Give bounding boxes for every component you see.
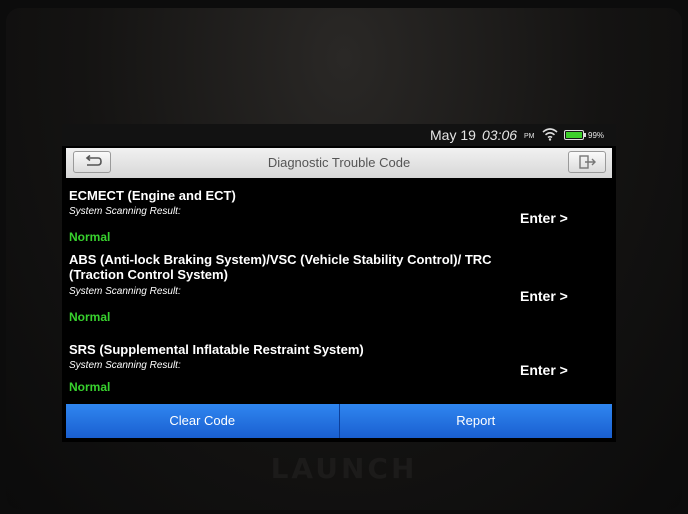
screen: May 19 03:06 PM 99% Diagnostic Trouble C… xyxy=(62,124,616,442)
battery-percent: 99% xyxy=(588,131,605,140)
status-time: 03:06 xyxy=(482,127,518,143)
status-bar: May 19 03:06 PM 99% xyxy=(62,124,616,146)
system-name: SRS (Supplemental Inflatable Restraint S… xyxy=(69,342,364,357)
list-item[interactable]: ABS (Anti-lock Braking System)/VSC (Vehi… xyxy=(62,250,616,332)
system-name: ABS (Anti-lock Braking System)/VSC (Vehi… xyxy=(69,252,492,282)
page-title: Diagnostic Trouble Code xyxy=(267,155,411,170)
title-bar: Diagnostic Trouble Code xyxy=(66,148,612,178)
enter-button[interactable]: Enter > xyxy=(520,362,568,378)
battery-icon xyxy=(564,130,586,140)
bottom-action-bar: Clear Code Report xyxy=(66,404,612,438)
scan-result-label: System Scanning Result: xyxy=(69,360,181,371)
clear-code-button[interactable]: Clear Code xyxy=(66,404,340,438)
scan-result-label: System Scanning Result: xyxy=(69,286,181,297)
scan-result-value: Normal xyxy=(69,310,111,324)
wifi-icon xyxy=(542,128,558,141)
exit-button[interactable] xyxy=(568,151,606,173)
scan-result-label: System Scanning Result: xyxy=(69,206,181,217)
list-item[interactable]: SRS (Supplemental Inflatable Restraint S… xyxy=(62,340,616,400)
exit-icon xyxy=(579,155,596,169)
status-ampm: PM xyxy=(524,133,535,140)
brand-logo: LAUNCH xyxy=(270,452,418,485)
report-button[interactable]: Report xyxy=(340,404,613,438)
enter-button[interactable]: Enter > xyxy=(520,288,568,304)
system-name: ECMECT (Engine and ECT) xyxy=(69,188,236,203)
list-item[interactable]: ECMECT (Engine and ECT) System Scanning … xyxy=(62,186,616,246)
scan-result-value: Normal xyxy=(69,230,111,244)
status-date: May 19 xyxy=(430,127,476,143)
enter-button[interactable]: Enter > xyxy=(520,210,568,226)
scan-result-value: Normal xyxy=(69,380,111,394)
